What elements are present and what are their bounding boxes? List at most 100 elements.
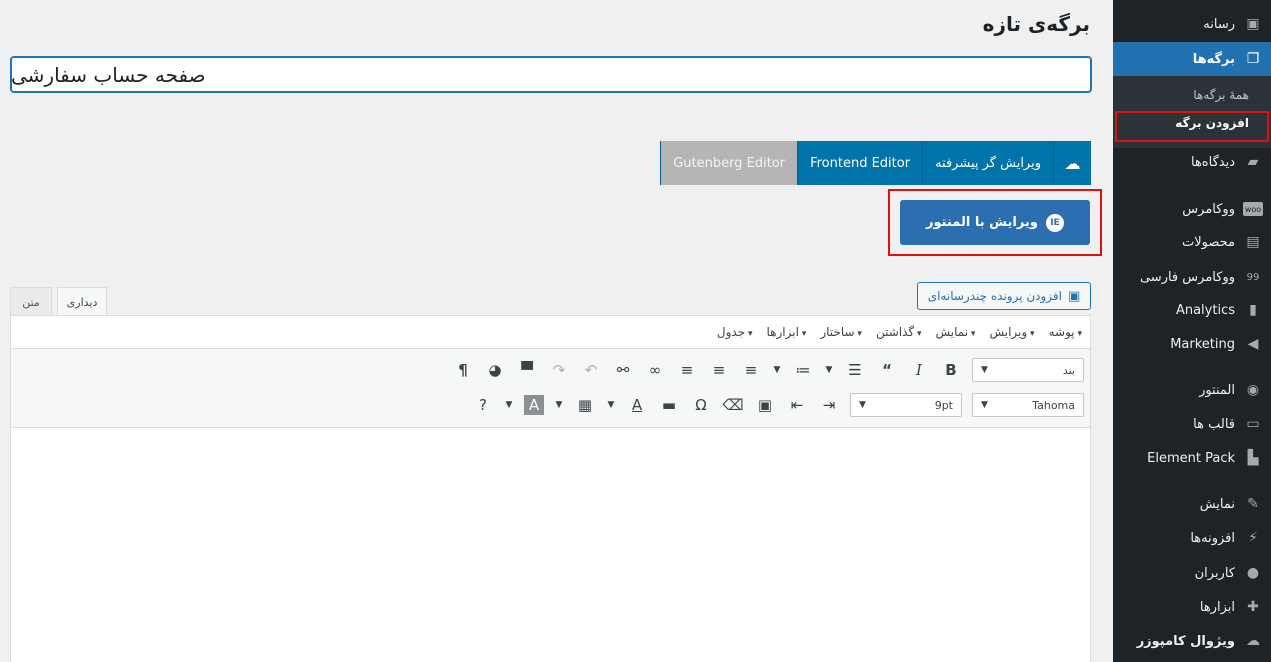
menu-insert[interactable]: گذاشتن [876,325,922,339]
font-size-select[interactable]: 9pt ▼ [850,393,962,417]
submenu-all-pages[interactable]: همهٔ برگه‌ها [1113,82,1271,108]
sidebar-item-persian-woocommerce[interactable]: ووکامرس فارسی 99 [1113,261,1271,293]
chevron-down-icon[interactable]: ▼ [824,359,834,381]
sidebar-item-visual-composer[interactable]: ویژوال کامپوزر ☁ [1113,625,1271,657]
bullet-list-icon[interactable]: ☰ [844,359,866,381]
spy-hat-icon[interactable]: ▀ [516,359,538,381]
menu-tools[interactable]: ابزارها [767,325,807,339]
clear-formatting-icon[interactable]: ⌫ [722,394,744,416]
horizontal-line-icon[interactable]: ▬ [658,394,680,416]
sidebar-item-label: محصولات [1182,234,1235,250]
sidebar-item-label: Marketing [1170,336,1235,352]
help-icon[interactable]: ? [472,394,494,416]
chevron-down-icon: ▼ [981,365,988,375]
sidebar-item-marketing[interactable]: Marketing ◀ [1113,328,1271,360]
indent-icon[interactable]: ⇥ [818,394,840,416]
tab-visual[interactable]: دیداری [57,287,107,317]
outdent-icon[interactable]: ⇤ [786,394,808,416]
background-color-icon[interactable]: A [524,395,544,415]
plugins-icon: ⚡ [1248,530,1258,546]
sidebar-item-label: Element Pack [1147,450,1235,466]
advanced-editor-button[interactable]: ویرایش گر پیشرفته [922,141,1053,185]
visual-composer-icon: ☁ [1246,633,1260,649]
page-title-input[interactable]: صفحه حساب سفارشی [10,56,1092,93]
numbered-list-icon[interactable]: ≔ [792,359,814,381]
sidebar-item-label: نمایش [1199,496,1235,512]
add-media-label: افزودن پرونده چندرسانه‌ای [927,289,1062,303]
chevron-down-icon[interactable]: ▼ [554,394,564,416]
templates-icon: ▭ [1246,416,1260,432]
align-right-icon[interactable]: ≡ [676,359,698,381]
text-color-icon[interactable]: A [626,394,648,416]
editor-content-area[interactable] [11,428,1090,662]
sidebar-item-tools[interactable]: ابزارها ✚ [1113,591,1271,623]
sidebar-item-label: Analytics [1175,302,1235,318]
elementor-button-label: ویرایش با المنتور [926,215,1038,230]
gutenberg-editor-button[interactable]: Gutenberg Editor [660,141,798,185]
media-icon: ▣ [1068,288,1081,304]
link-icon[interactable]: ∞ [644,359,666,381]
italic-icon[interactable]: I [908,359,930,381]
paste-text-icon[interactable]: ▣ [754,394,776,416]
sidebar-item-media[interactable]: رسانه ▣ [1113,8,1271,40]
tab-text[interactable]: متن [10,287,52,316]
align-left-icon[interactable]: ≡ [740,359,762,381]
redo-icon[interactable]: ↷ [548,359,570,381]
toolbar-row-1: بند ▼ B I “ ☰ ▼ ≔ ▼ ≡ ≡ ≡ ∞ ⚯ ↶ ↷ ▀ ◕ ¶ [452,356,1084,384]
media-icon: ▣ [1246,16,1260,32]
sidebar-item-users[interactable]: کاربران ● [1113,557,1271,589]
comments-icon: ▰ [1247,154,1259,170]
elementor-icon: IE [1045,213,1064,232]
sidebar-item-label: ابزارها [1199,599,1235,615]
visual-composer-button[interactable]: ☁ [1053,141,1091,185]
paragraph-rtl-icon[interactable]: ¶ [452,359,474,381]
sidebar-item-label: برگه‌ها [1192,51,1235,67]
sidebar-item-elementor[interactable]: المنتور ◉ [1113,374,1271,406]
sidebar-item-analytics[interactable]: Analytics ▮ [1113,294,1271,326]
menu-view[interactable]: نمایش [935,325,975,339]
sidebar-item-comments[interactable]: دیدگاه‌ها ▰ [1113,146,1271,178]
editor-toolbar: بند ▼ B I “ ☰ ▼ ≔ ▼ ≡ ≡ ≡ ∞ ⚯ ↶ ↷ ▀ ◕ ¶ … [11,349,1090,428]
menu-table[interactable]: جدول [717,325,753,339]
bold-icon[interactable]: B [940,359,962,381]
sidebar-item-label: کاربران [1194,565,1235,581]
font-family-value: Tahoma [1032,398,1075,412]
undo-icon[interactable]: ↶ [580,359,602,381]
sidebar-item-label: افزونه‌ها [1190,530,1235,546]
chevron-down-icon[interactable]: ▼ [606,394,616,416]
table-icon[interactable]: ▦ [574,394,596,416]
sidebar-item-label: رسانه [1203,16,1235,32]
element-pack-icon: ▙ [1247,450,1259,466]
sidebar-item-appearance[interactable]: نمایش ✎ [1113,488,1271,520]
sidebar-item-pages[interactable]: برگه‌ها ❐ [1105,42,1271,76]
woocommerce-icon: woo [1243,202,1263,216]
sidebar-item-label: المنتور [1199,382,1235,398]
visual-composer-icon: ☁ [1064,153,1081,173]
sidebar-item-element-pack[interactable]: Element Pack ▙ [1113,442,1271,474]
font-family-select[interactable]: Tahoma ▼ [972,393,1084,417]
sidebar-item-templates[interactable]: قالب ها ▭ [1113,408,1271,440]
add-media-button[interactable]: افزودن پرونده چندرسانه‌ای ▣ [917,282,1091,310]
sidebar-item-products[interactable]: محصولات ▤ [1113,226,1271,258]
chevron-down-icon[interactable]: ▼ [504,394,514,416]
edit-with-elementor-button[interactable]: ویرایش با المنتور IE [900,200,1090,245]
marketing-icon: ◀ [1247,336,1259,352]
pie-chart-icon[interactable]: ◕ [484,359,506,381]
products-icon: ▤ [1246,234,1260,250]
align-center-icon[interactable]: ≡ [708,359,730,381]
sidebar-item-label: ووکامرس [1182,201,1235,217]
sidebar-item-woocommerce[interactable]: ووکامرس woo [1113,193,1271,225]
menu-edit[interactable]: ویرایش [989,325,1034,339]
unlink-icon[interactable]: ⚯ [612,359,634,381]
special-character-icon[interactable]: Ω [690,394,712,416]
analytics-icon: ▮ [1249,302,1257,318]
menu-format[interactable]: ساختار [820,325,862,339]
submenu-label: همهٔ برگه‌ها [1193,88,1249,102]
page-title: برگه‌ی تازه [982,12,1090,36]
menu-file[interactable]: پوشه [1049,325,1082,339]
format-select[interactable]: بند ▼ [972,358,1084,382]
sidebar-item-plugins[interactable]: افزونه‌ها ⚡ [1113,522,1271,554]
blockquote-icon[interactable]: “ [876,359,898,381]
frontend-editor-button[interactable]: Frontend Editor [797,141,923,185]
chevron-down-icon[interactable]: ▼ [772,359,782,381]
